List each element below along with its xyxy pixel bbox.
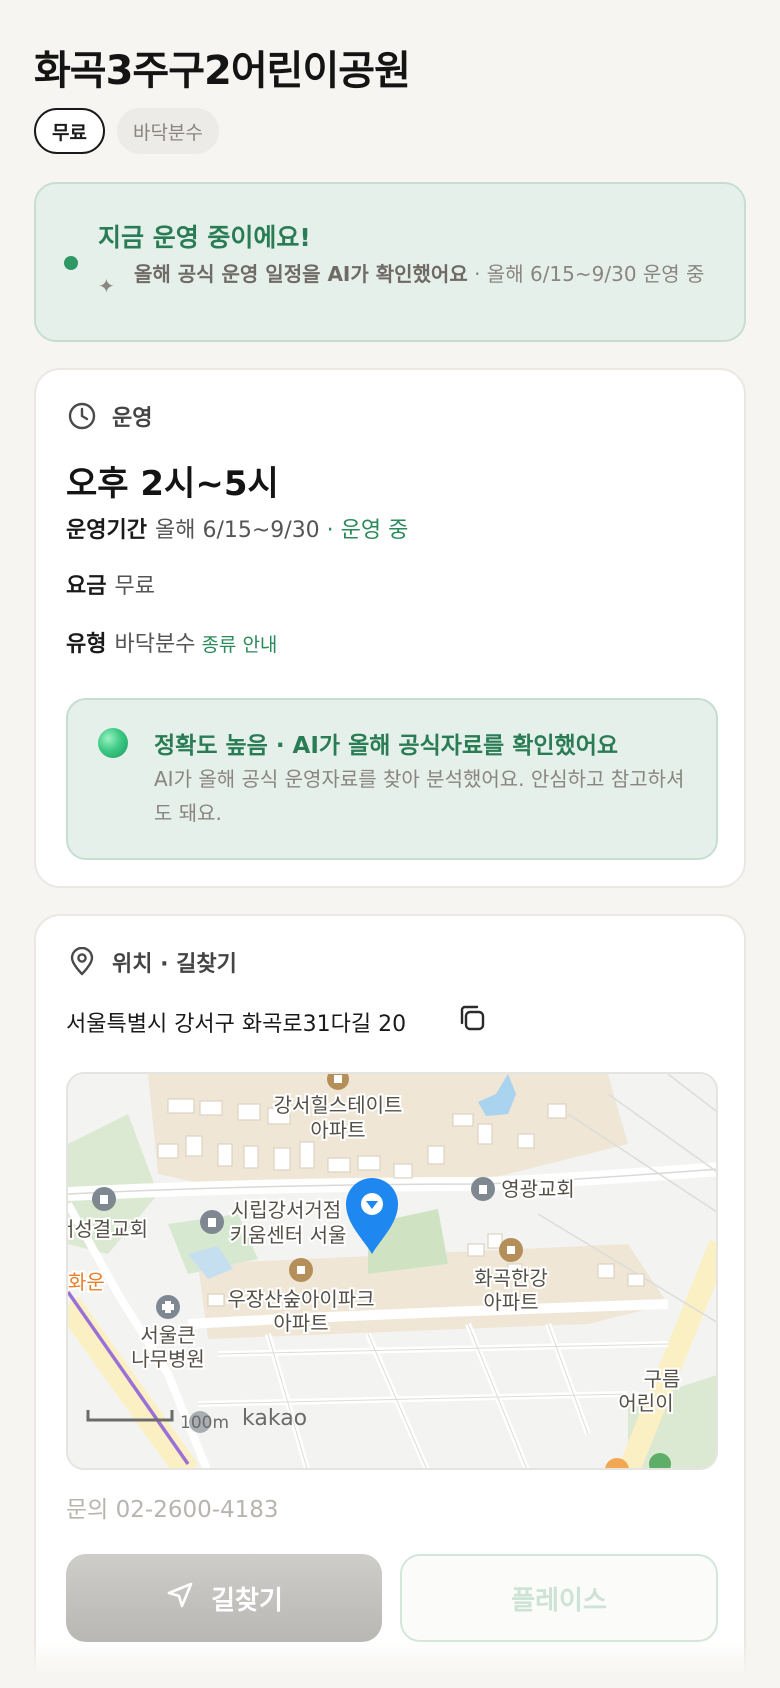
location-header: 위치 · 길찾기 xyxy=(66,946,237,978)
operating-hours: 오후 2시~5시 xyxy=(66,464,279,504)
operation-card: 운영 오후 2시~5시 운영기간 올해 6/15~9/30 · 운영 중 요금 무료… xyxy=(34,368,746,888)
directions-label: 길찾기 xyxy=(211,1585,283,1616)
map-brand: kakao xyxy=(242,1406,307,1431)
sparkle-icon: ✦ xyxy=(98,274,115,298)
type-guide-link[interactable]: 종류 안내 xyxy=(201,634,277,656)
period-key: 운영기간 xyxy=(66,518,147,543)
type-value: 바닥분수 xyxy=(114,632,196,657)
status-ai-note: 올해 공식 운영 일정을 AI가 확인했어요 xyxy=(134,262,468,286)
map-label-park-b: 어린이 xyxy=(618,1391,673,1415)
tag-list: 무료 바닥분수 xyxy=(34,108,219,154)
map-label-apt1-b: 아파트 xyxy=(310,1118,365,1142)
contact-phone[interactable]: 문의 02-2600-4183 xyxy=(66,1490,279,1524)
address-text: 서울특별시 강서구 화곡로31다길 20 xyxy=(66,1012,407,1037)
operation-section-label: 운영 xyxy=(112,406,153,431)
map-scale-label: 100m xyxy=(180,1413,229,1433)
map-label-apt2-b: 아파트 xyxy=(273,1311,328,1335)
map-label-lib-a: 시립강서거점 xyxy=(231,1198,341,1222)
operation-header: 운영 xyxy=(66,400,152,432)
type-row: 유형 바닥분수 종류 안내 xyxy=(66,626,277,658)
map-label-church1: 영광교회 xyxy=(501,1177,575,1201)
place-button[interactable]: 플레이스 xyxy=(400,1554,718,1642)
accuracy-box: 정확도 높음 · AI가 올해 공식자료를 확인했어요 AI가 올해 공식 운영… xyxy=(66,698,718,860)
tag-free[interactable]: 무료 xyxy=(34,108,105,154)
clock-icon xyxy=(66,400,98,432)
bottom-fade xyxy=(0,1640,780,1688)
status-subtext: 올해 공식 운영 일정을 AI가 확인했어요 · 올해 6/15~9/30 운영… xyxy=(134,260,724,288)
location-pin-icon xyxy=(66,946,98,978)
map-label-apt3-a: 화곡한강 xyxy=(474,1266,548,1290)
status-period-note: · 올해 6/15~9/30 운영 중 xyxy=(467,262,705,286)
map-label-lib-b: 키움센터 서울 xyxy=(230,1223,347,1247)
map-view[interactable]: 강서힐스테이트 아파트 영광교회 서성결교회 시립강서거점 키움센터 서울 우장… xyxy=(66,1072,718,1470)
location-section-label: 위치 · 길찾기 xyxy=(112,952,237,977)
map-label-park-a: 구름 xyxy=(644,1367,681,1391)
copy-icon[interactable] xyxy=(456,1002,488,1034)
map-label-hosp-b: 나무병원 xyxy=(131,1347,205,1371)
fee-key: 요금 xyxy=(66,574,107,599)
accuracy-body: AI가 올해 공식 운영자료를 찾아 분석했어요. 안심하고 참고하셔도 돼요. xyxy=(154,767,685,825)
map-label-apt2-a: 우장산숲아이파크 xyxy=(227,1287,374,1311)
operating-status-card: 지금 운영 중이에요! ✦ 올해 공식 운영 일정을 AI가 확인했어요 · 올… xyxy=(34,182,746,342)
directions-button[interactable]: 길찾기 xyxy=(66,1554,382,1642)
map-label-church2: 서성결교회 xyxy=(68,1217,148,1241)
map-label-apt1-a: 강서힐스테이트 xyxy=(274,1093,403,1117)
period-status: · 운영 중 xyxy=(319,518,409,543)
location-card: 위치 · 길찾기 서울특별시 강서구 화곡로31다길 20 강서힐스테이트 아파… xyxy=(34,914,746,1688)
period-value: 올해 6/15~9/30 xyxy=(154,518,320,543)
fee-value: 무료 xyxy=(114,574,155,599)
map-label-hosp-a: 서울큰 xyxy=(140,1323,195,1347)
page-title: 화곡3주구2어린이공원 xyxy=(34,48,411,94)
map-label-apt3-b: 아파트 xyxy=(483,1290,538,1314)
status-title: 지금 운영 중이에요! xyxy=(98,223,311,252)
period-row: 운영기간 올해 6/15~9/30 · 운영 중 xyxy=(66,512,408,544)
accuracy-orb-icon xyxy=(98,728,128,758)
map-label-station: 화운 xyxy=(68,1270,105,1294)
type-key: 유형 xyxy=(66,632,107,657)
tag-floor-fountain[interactable]: 바닥분수 xyxy=(116,108,219,154)
fee-row: 요금 무료 xyxy=(66,568,155,600)
navigation-arrow-icon xyxy=(165,1580,195,1617)
status-dot-icon xyxy=(64,256,78,270)
accuracy-title: 정확도 높음 · AI가 올해 공식자료를 확인했어요 xyxy=(154,733,619,759)
